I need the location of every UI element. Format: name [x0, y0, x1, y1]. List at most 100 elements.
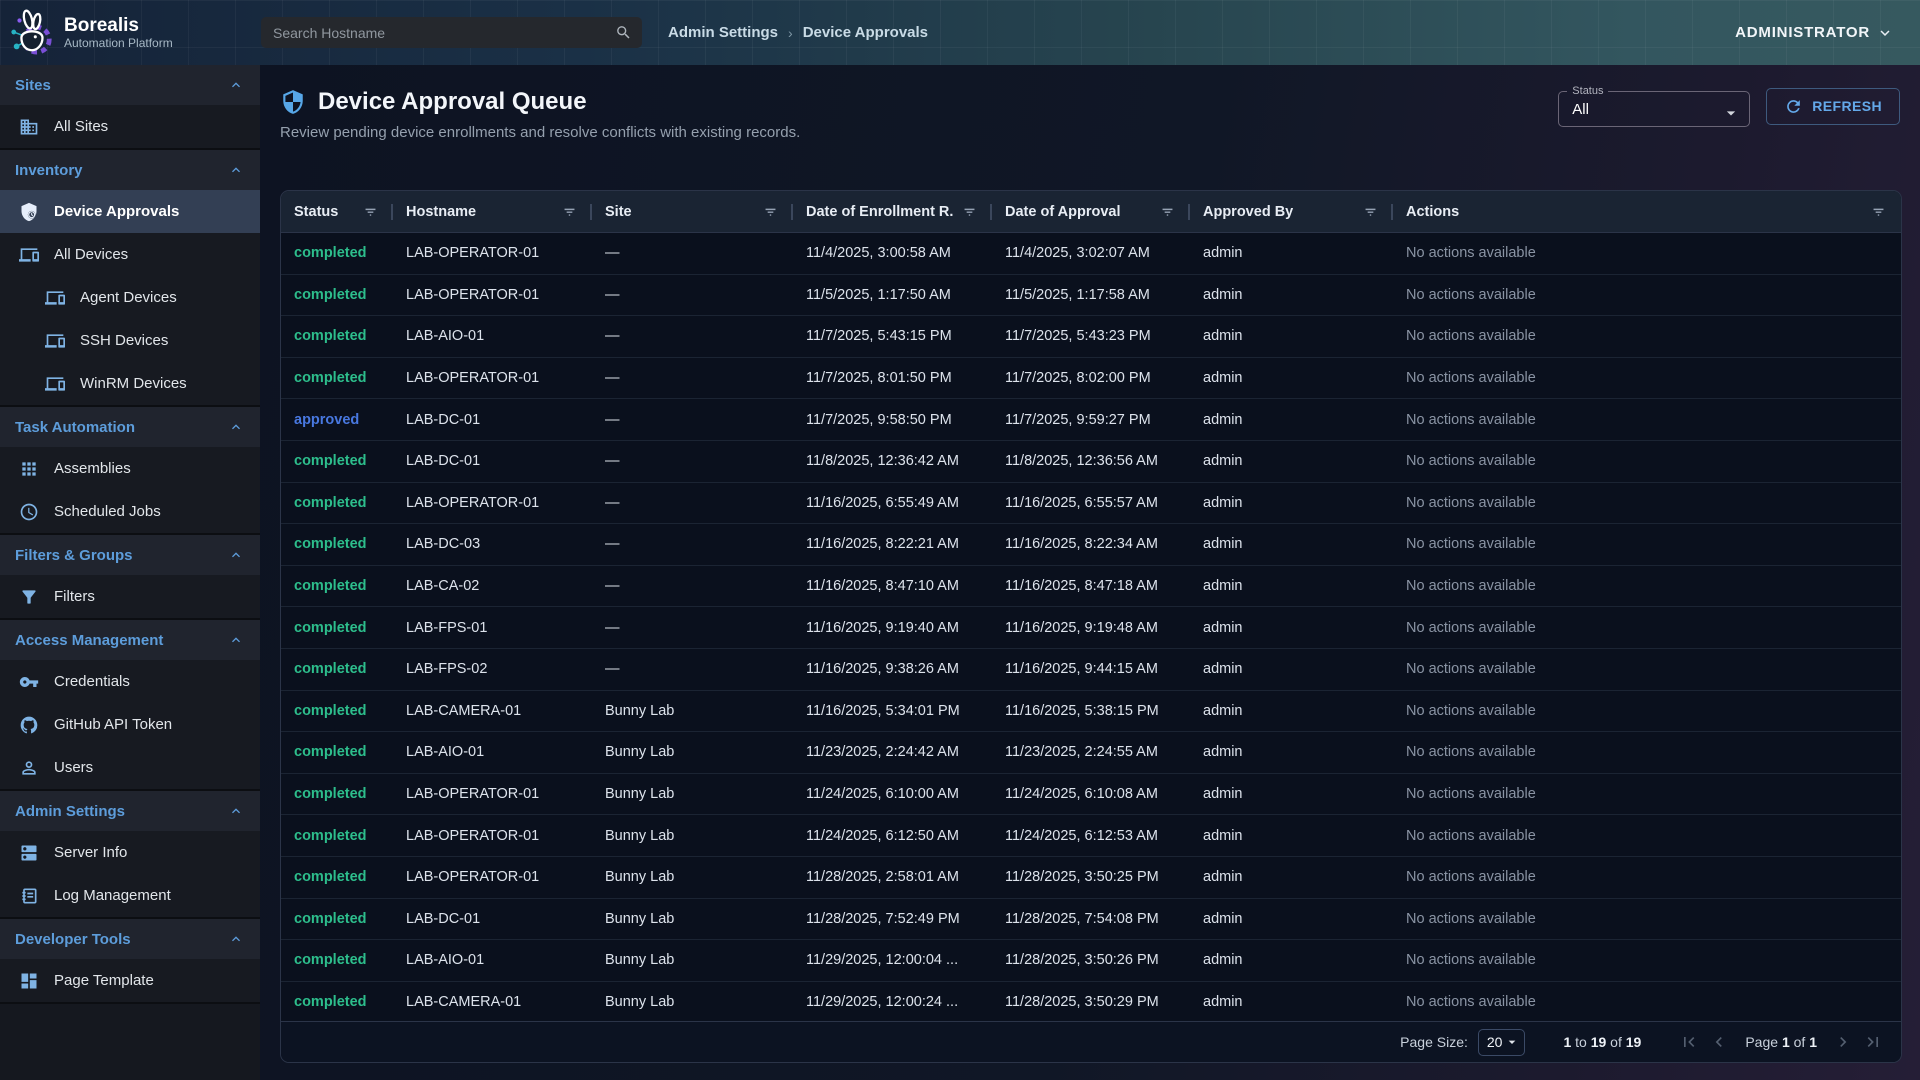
table-row[interactable]: approvedLAB-DC-01—11/7/2025, 9:58:50 PM1… [281, 399, 1901, 441]
search-input[interactable] [273, 25, 615, 41]
sidebar-item-log-management[interactable]: Log Management [0, 874, 260, 917]
cell-status: completed [281, 495, 393, 511]
sidebar-item-scheduled-jobs[interactable]: Scheduled Jobs [0, 490, 260, 533]
sidebar-item-winrm-devices[interactable]: WinRM Devices [0, 362, 260, 405]
cell-site: — [592, 620, 793, 636]
table-row[interactable]: completedLAB-AIO-01Bunny Lab11/29/2025, … [281, 940, 1901, 982]
table-row[interactable]: completedLAB-FPS-02—11/16/2025, 9:38:26 … [281, 649, 1901, 691]
sidebar-section-header-sites[interactable]: Sites [0, 65, 260, 105]
table-row[interactable]: completedLAB-DC-01—11/8/2025, 12:36:42 A… [281, 441, 1901, 483]
page-size-select[interactable]: 20 [1478, 1029, 1526, 1056]
cell-approved_by: admin [1190, 952, 1393, 968]
sidebar-item-server-info[interactable]: Server Info [0, 831, 260, 874]
sidebar-item-device-approvals[interactable]: Device Approvals [0, 190, 260, 233]
table-row[interactable]: completedLAB-FPS-01—11/16/2025, 9:19:40 … [281, 607, 1901, 649]
table-row[interactable]: completedLAB-CAMERA-01Bunny Lab11/29/202… [281, 982, 1901, 1021]
cell-approved: 11/16/2025, 6:55:57 AM [992, 495, 1190, 511]
next-page-icon[interactable] [1831, 1030, 1855, 1054]
refresh-button[interactable]: REFRESH [1766, 88, 1900, 125]
table-row[interactable]: completedLAB-OPERATOR-01—11/7/2025, 8:01… [281, 358, 1901, 400]
filter-lines-icon[interactable] [1362, 203, 1379, 220]
column-header-status[interactable]: Status [281, 191, 393, 232]
sidebar-item-all-sites[interactable]: All Sites [0, 105, 260, 148]
sidebar-section-header-admin-settings[interactable]: Admin Settings [0, 791, 260, 831]
cell-status: completed [281, 620, 393, 636]
sidebar-item-page-template[interactable]: Page Template [0, 959, 260, 1002]
column-header-hostname[interactable]: Hostname [393, 191, 592, 232]
cell-site: Bunny Lab [592, 744, 793, 760]
table-row[interactable]: completedLAB-AIO-01—11/7/2025, 5:43:15 P… [281, 316, 1901, 358]
sidebar-item-agent-devices[interactable]: Agent Devices [0, 276, 260, 319]
dashboard-icon [19, 971, 39, 991]
column-header-label: Date of Approval [1005, 204, 1120, 220]
cell-enrolled: 11/5/2025, 1:17:50 AM [793, 287, 992, 303]
column-header-approved-by[interactable]: Approved By [1190, 191, 1393, 232]
sidebar-section-header-filters-groups[interactable]: Filters & Groups [0, 535, 260, 575]
table-row[interactable]: completedLAB-OPERATOR-01—11/16/2025, 6:5… [281, 483, 1901, 525]
borealis-rabbit-logo-icon [8, 8, 54, 58]
page-title: Device Approval Queue [318, 88, 587, 116]
cell-site: Bunny Lab [592, 828, 793, 844]
filter-lines-icon[interactable] [762, 203, 779, 220]
filter-lines-icon[interactable] [961, 203, 978, 220]
cell-actions: No actions available [1393, 994, 1901, 1010]
cell-actions: No actions available [1393, 828, 1901, 844]
table-row[interactable]: completedLAB-DC-01Bunny Lab11/28/2025, 7… [281, 899, 1901, 941]
sidebar-section-header-task-automation[interactable]: Task Automation [0, 407, 260, 447]
sidebar-section-header-inventory[interactable]: Inventory [0, 150, 260, 190]
breadcrumb-admin-settings[interactable]: Admin Settings [668, 24, 778, 41]
cell-status: completed [281, 994, 393, 1010]
cell-approved: 11/23/2025, 2:24:55 AM [992, 744, 1190, 760]
column-header-actions[interactable]: Actions [1393, 191, 1901, 232]
filter-lines-icon[interactable] [362, 203, 379, 220]
sidebar-item-filters[interactable]: Filters [0, 575, 260, 618]
cell-site: — [592, 245, 793, 261]
sidebar-item-ssh-devices[interactable]: SSH Devices [0, 319, 260, 362]
table-row[interactable]: completedLAB-OPERATOR-01Bunny Lab11/28/2… [281, 857, 1901, 899]
table-row[interactable]: completedLAB-DC-03—11/16/2025, 8:22:21 A… [281, 524, 1901, 566]
column-header-date-of-approval[interactable]: Date of Approval [992, 191, 1190, 232]
cell-hostname: LAB-DC-01 [393, 911, 592, 927]
column-header-site[interactable]: Site [592, 191, 793, 232]
last-page-icon[interactable] [1861, 1030, 1885, 1054]
top-bar: Borealis Automation Platform Admin Setti… [0, 0, 1920, 65]
search-icon[interactable] [615, 24, 632, 41]
brand-subtitle: Automation Platform [64, 36, 173, 50]
sidebar-item-assemblies[interactable]: Assemblies [0, 447, 260, 490]
cell-status: completed [281, 536, 393, 552]
previous-page-icon[interactable] [1707, 1030, 1731, 1054]
table-row[interactable]: completedLAB-OPERATOR-01—11/5/2025, 1:17… [281, 275, 1901, 317]
table-row[interactable]: completedLAB-AIO-01Bunny Lab11/23/2025, … [281, 732, 1901, 774]
table-row[interactable]: completedLAB-CA-02—11/16/2025, 8:47:10 A… [281, 566, 1901, 608]
cell-hostname: LAB-CAMERA-01 [393, 703, 592, 719]
status-filter-label: Status [1567, 85, 1608, 97]
first-page-icon[interactable] [1677, 1030, 1701, 1054]
filter-lines-icon[interactable] [561, 203, 578, 220]
cell-approved_by: admin [1190, 994, 1393, 1010]
sidebar-item-label: All Devices [54, 246, 128, 263]
filter-lines-icon[interactable] [1870, 203, 1887, 220]
sidebar-section-header-developer-tools[interactable]: Developer Tools [0, 919, 260, 959]
cell-hostname: LAB-CA-02 [393, 578, 592, 594]
breadcrumb-separator: › [788, 25, 793, 41]
sidebar-item-all-devices[interactable]: All Devices [0, 233, 260, 276]
breadcrumb-device-approvals[interactable]: Device Approvals [803, 24, 928, 41]
user-menu-button[interactable]: ADMINISTRATOR [1735, 24, 1894, 42]
dropdown-arrow-icon [1721, 103, 1741, 123]
table-row[interactable]: completedLAB-CAMERA-01Bunny Lab11/16/202… [281, 691, 1901, 733]
cell-approved: 11/16/2025, 8:22:34 AM [992, 536, 1190, 552]
table-row[interactable]: completedLAB-OPERATOR-01Bunny Lab11/24/2… [281, 774, 1901, 816]
sidebar-section-header-access-management[interactable]: Access Management [0, 620, 260, 660]
sidebar-item-github-api-token[interactable]: GitHub API Token [0, 703, 260, 746]
filter-lines-icon[interactable] [1159, 203, 1176, 220]
status-filter-select[interactable]: Status All [1558, 85, 1750, 127]
table-row[interactable]: completedLAB-OPERATOR-01—11/4/2025, 3:00… [281, 233, 1901, 275]
sidebar-item-users[interactable]: Users [0, 746, 260, 789]
column-header-date-of-enrollment-r[interactable]: Date of Enrollment R... [793, 191, 992, 232]
table-row[interactable]: completedLAB-OPERATOR-01Bunny Lab11/24/2… [281, 815, 1901, 857]
search-box[interactable] [261, 17, 642, 48]
approval-table-card: StatusHostnameSiteDate of Enrollment R..… [280, 190, 1902, 1063]
sidebar-section-filters-groups: Filters & GroupsFilters [0, 535, 260, 620]
sidebar-item-credentials[interactable]: Credentials [0, 660, 260, 703]
cell-status: completed [281, 952, 393, 968]
